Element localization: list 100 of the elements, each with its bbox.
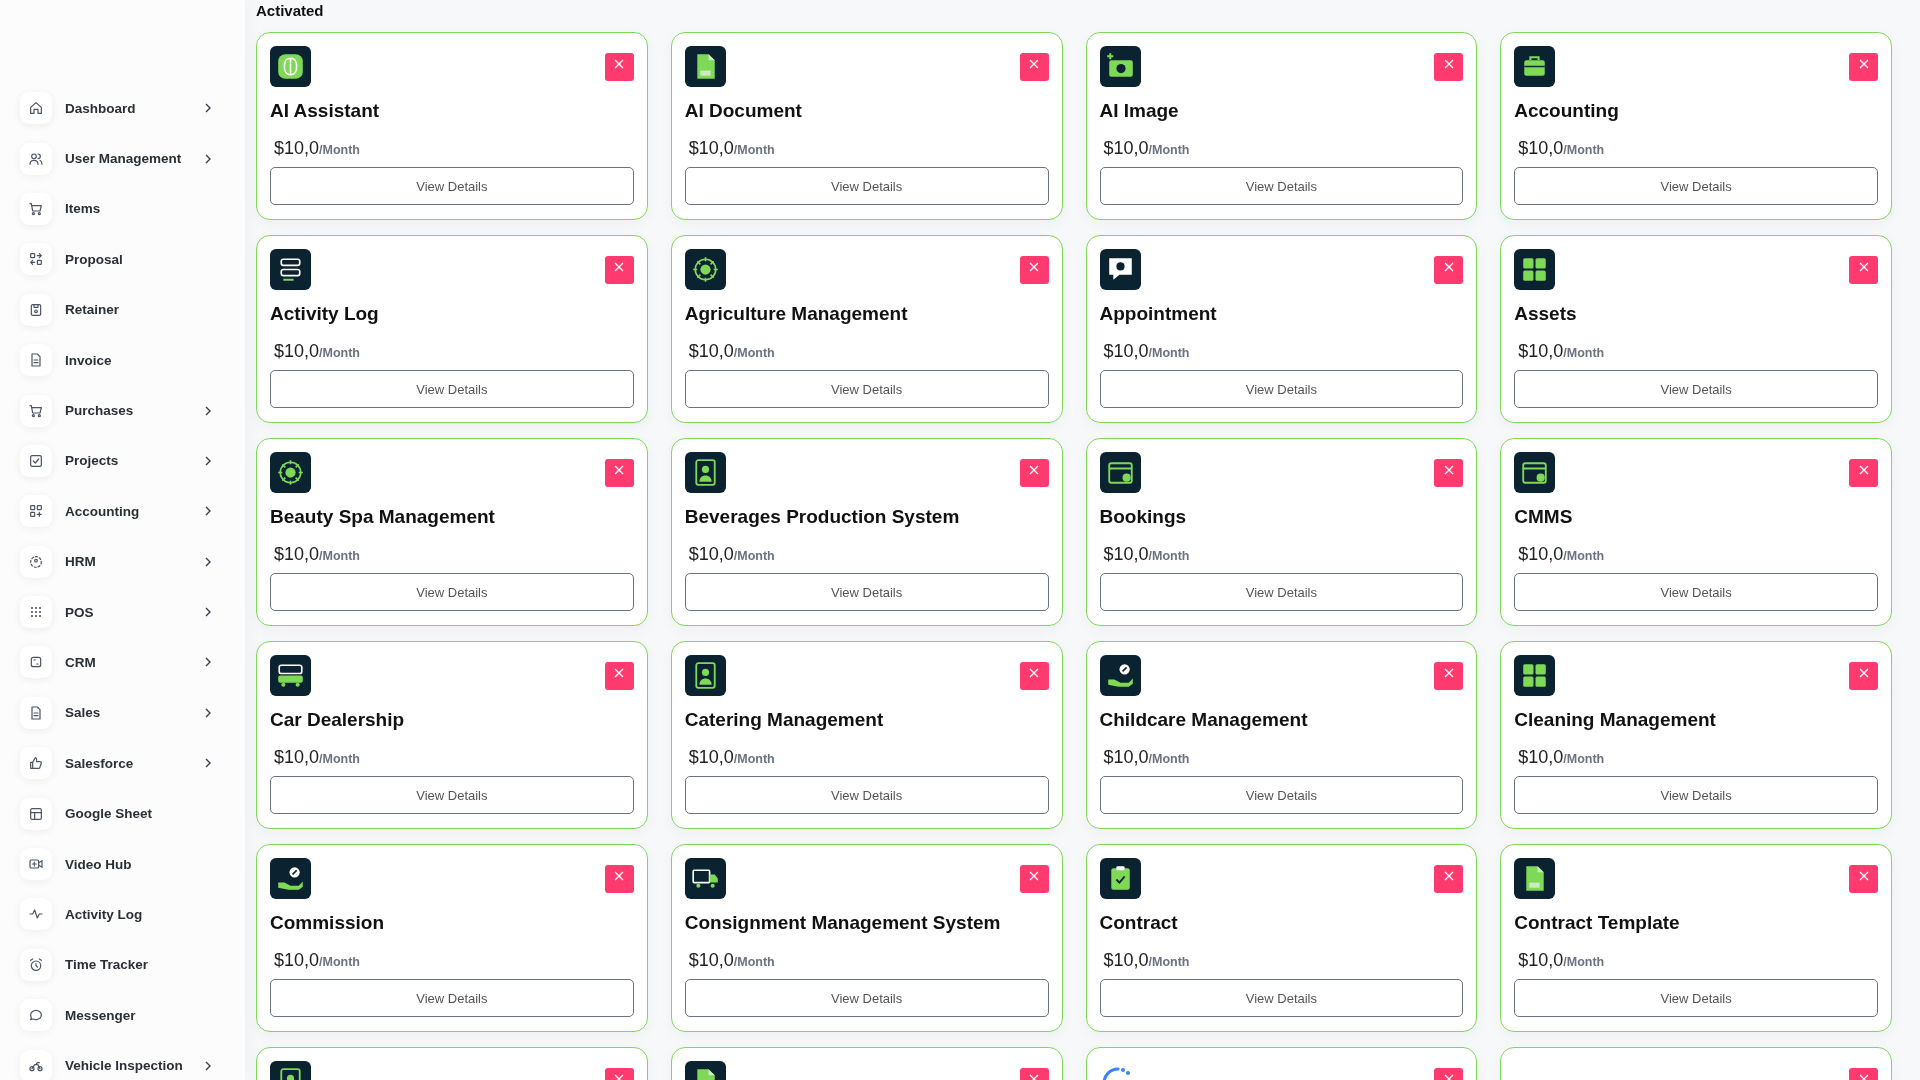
sidebar-item[interactable]: User Management (0, 133, 245, 184)
sidebar-item[interactable]: Vehicle Inspection (0, 1040, 245, 1080)
price: $10,0 (688, 950, 734, 971)
sidebar-item[interactable]: Dashboard (0, 83, 245, 134)
view-details-button[interactable]: View Details (1099, 979, 1464, 1017)
price: $10,0 (1103, 138, 1149, 159)
module-name: Car Dealership (270, 709, 406, 731)
module-name: Bookings (1099, 506, 1188, 528)
billing-period: /Month (319, 549, 360, 563)
view-details-button[interactable]: View Details (270, 167, 634, 205)
billing-period: /Month (319, 346, 360, 360)
price: $10,0 (1518, 138, 1564, 159)
billing-period: /Month (1563, 752, 1605, 766)
sidebar-item[interactable]: Purchases (0, 385, 245, 436)
sidebar-item[interactable]: Activity Log (0, 889, 245, 940)
sidebar-item[interactable]: Accounting (0, 486, 245, 537)
module-name: AI Image (1099, 100, 1180, 122)
billing-period: /Month (1148, 752, 1190, 766)
billing-period: /Month (1563, 346, 1605, 360)
price: $10,0 (688, 341, 734, 362)
view-details-button[interactable]: View Details (1099, 167, 1464, 205)
view-details-button[interactable]: View Details (1514, 167, 1878, 205)
billing-period: /Month (733, 346, 775, 360)
module-name: Consignment Management System (684, 912, 1002, 934)
billing-period: /Month (1148, 955, 1190, 969)
sidebar-item[interactable]: Projects (0, 435, 245, 487)
module-name: Appointment (1099, 303, 1218, 325)
sidebar-item[interactable]: Messenger (0, 990, 245, 1041)
billing-period: /Month (733, 752, 775, 766)
price: $10,0 (1518, 747, 1564, 768)
view-details-button[interactable]: View Details (684, 573, 1049, 611)
module-name: AI Document (684, 100, 803, 122)
billing-period: /Month (733, 549, 775, 563)
billing-period: /Month (319, 143, 360, 157)
sidebar-item[interactable]: Items (0, 183, 245, 235)
module-name: Beauty Spa Management (270, 506, 496, 528)
view-details-button[interactable]: View Details (270, 776, 634, 814)
module-name: Cleaning Management (1514, 709, 1717, 731)
price: $10,0 (1103, 747, 1149, 768)
sidebar-item[interactable]: Salesforce (0, 738, 245, 789)
view-details-button[interactable]: View Details (1514, 979, 1878, 1017)
view-details-button[interactable]: View Details (270, 979, 634, 1017)
module-name: Activity Log (270, 303, 380, 325)
view-details-button[interactable]: View Details (270, 370, 634, 408)
price: $10,0 (274, 747, 320, 768)
module-name: Childcare Management (1099, 709, 1309, 731)
price: $10,0 (1518, 341, 1564, 362)
module-name: Catering Management (684, 709, 885, 731)
billing-period: /Month (1563, 549, 1605, 563)
module-name: Accounting (1514, 100, 1620, 122)
sidebar-item[interactable]: Video Hub (0, 838, 245, 890)
view-details-button[interactable]: View Details (684, 370, 1049, 408)
price: $10,0 (274, 950, 320, 971)
price: $10,0 (1103, 544, 1149, 565)
billing-period: /Month (1563, 143, 1605, 157)
price: $10,0 (688, 747, 734, 768)
view-details-button[interactable]: View Details (1514, 370, 1878, 408)
billing-period: /Month (319, 752, 360, 766)
view-details-button[interactable]: View Details (684, 979, 1049, 1017)
module-name: Beverages Production System (684, 506, 961, 528)
sidebar-item[interactable]: Sales (0, 687, 245, 739)
sidebar-item[interactable]: CRM (0, 637, 245, 688)
sidebar-item[interactable]: Proposal (0, 234, 245, 285)
billing-period: /Month (733, 143, 775, 157)
billing-period: /Month (733, 955, 775, 969)
view-details-button[interactable]: View Details (684, 776, 1049, 814)
price: $10,0 (274, 341, 320, 362)
view-details-button[interactable]: View Details (1099, 370, 1464, 408)
module-name: Commission (270, 912, 386, 934)
module-name: Contract Template (1514, 912, 1681, 934)
module-name: CMMS (1514, 506, 1574, 528)
sidebar-item[interactable]: Google Sheet (0, 788, 245, 839)
view-details-button[interactable]: View Details (1099, 776, 1464, 814)
price: $10,0 (1103, 950, 1149, 971)
price: $10,0 (274, 544, 320, 565)
section-title: Activated (256, 2, 325, 19)
price: $10,0 (1518, 950, 1564, 971)
billing-period: /Month (319, 955, 360, 969)
sidebar-item[interactable]: POS (0, 586, 245, 638)
sidebar-item[interactable]: Invoice (0, 334, 245, 386)
price: $10,0 (274, 138, 320, 159)
billing-period: /Month (1563, 955, 1605, 969)
billing-period: /Month (1148, 143, 1190, 157)
price: $10,0 (1103, 341, 1149, 362)
view-details-button[interactable]: View Details (1099, 573, 1464, 611)
price: $10,0 (1518, 544, 1564, 565)
sidebar-item[interactable]: HRM (0, 536, 245, 587)
billing-period: /Month (1148, 549, 1190, 563)
view-details-button[interactable]: View Details (684, 167, 1049, 205)
module-name: Contract (1099, 912, 1179, 934)
price: $10,0 (688, 138, 734, 159)
view-details-button[interactable]: View Details (1514, 776, 1878, 814)
view-details-button[interactable]: View Details (1514, 573, 1878, 611)
view-details-button[interactable]: View Details (270, 573, 634, 611)
sidebar-item[interactable]: Time Tracker (0, 939, 245, 991)
sidebar-item[interactable]: Retainer (0, 284, 245, 335)
module-name: Agriculture Management (684, 303, 909, 325)
billing-period: /Month (1148, 346, 1190, 360)
module-name: AI Assistant (270, 100, 381, 122)
module-name: Assets (1514, 303, 1578, 325)
